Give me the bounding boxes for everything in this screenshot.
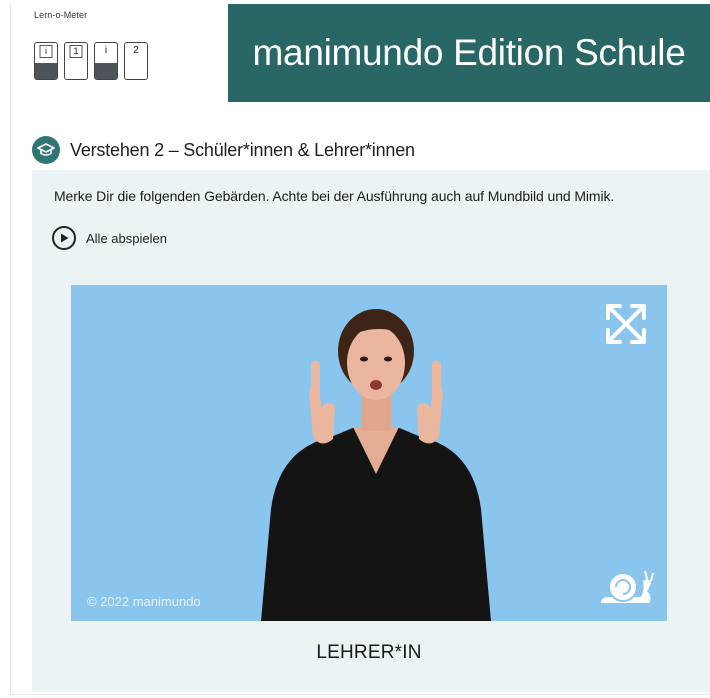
lern-o-meter-label: Lern-o-Meter — [34, 10, 88, 20]
lern-o-meter: i 1 i 2 — [34, 42, 148, 80]
meter-level-4-label: 2 — [133, 45, 139, 56]
meter-level-3[interactable]: i — [94, 42, 118, 80]
meter-level-4[interactable]: 2 — [124, 42, 148, 80]
exercise-panel: Merke Dir die folgenden Gebärden. Achte … — [32, 170, 710, 692]
play-circle-icon — [52, 226, 76, 250]
meter-level-1[interactable]: i — [34, 42, 58, 80]
video-copyright: © 2022 manimundo — [87, 594, 201, 609]
sign-video-player[interactable]: © 2022 manimundo — [71, 285, 667, 621]
signer-figure — [261, 309, 491, 621]
meter-level-3-label: i — [104, 45, 108, 56]
graduation-cap-icon — [32, 136, 60, 164]
meter-level-2-label: 1 — [69, 45, 83, 58]
instruction-text: Merke Dir die folgenden Gebärden. Achte … — [54, 188, 615, 204]
meter-level-2[interactable]: 1 — [64, 42, 88, 80]
play-all-button[interactable]: Alle abspielen — [52, 226, 167, 250]
section-header: Verstehen 2 – Schüler*innen & Lehrer*inn… — [32, 136, 415, 164]
snail-icon[interactable] — [597, 567, 655, 607]
edition-banner: manimundo Edition Schule — [228, 4, 710, 102]
banner-title: manimundo Edition Schule — [252, 32, 686, 73]
meter-level-1-label: i — [39, 45, 53, 58]
expand-arrows-icon[interactable] — [603, 301, 649, 347]
play-all-label: Alle abspielen — [86, 230, 167, 246]
section-title: Verstehen 2 – Schüler*innen & Lehrer*inn… — [70, 139, 415, 160]
sign-caption: LEHRER*IN — [316, 642, 422, 663]
